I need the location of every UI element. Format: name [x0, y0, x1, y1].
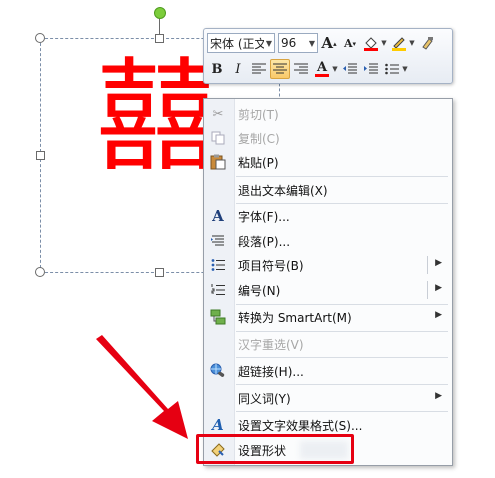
align-right-button[interactable]: [291, 59, 311, 79]
align-left-icon: [252, 63, 266, 74]
menu-item-hyperlink[interactable]: 超链接(H)...: [204, 359, 450, 383]
grow-font-icon: A: [321, 34, 334, 52]
menu-item-label: 超链接(H)...: [238, 365, 304, 379]
smartart-icon: [209, 308, 227, 326]
paragraph-icon: [209, 232, 227, 250]
decrease-indent-button[interactable]: [340, 59, 360, 79]
paint-bucket-icon: [364, 37, 378, 51]
rotation-handle[interactable]: [154, 7, 166, 19]
submenu-split: [427, 281, 428, 299]
menu-item-paragraph[interactable]: 段落(P)...: [204, 229, 450, 253]
submenu-arrow-icon[interactable]: ▶: [435, 310, 442, 320]
context-menu: ✂ 剪切(T) 复制(C) 粘贴(P) 退出文本编辑(X) A 字体(F)...…: [203, 98, 453, 466]
slide-text[interactable]: 囍: [96, 56, 218, 178]
align-right-icon: [294, 63, 308, 74]
hyperlink-icon: [209, 362, 227, 380]
pen-icon: [392, 37, 406, 51]
bullets-button[interactable]: [382, 59, 402, 79]
submenu-arrow-icon[interactable]: ▶: [435, 283, 442, 293]
chevron-down-icon[interactable]: ▼: [401, 65, 409, 73]
submenu-arrow-icon[interactable]: ▶: [435, 391, 442, 401]
paste-icon: [209, 153, 227, 171]
menu-item-copy[interactable]: 复制(C): [204, 126, 450, 150]
align-left-button[interactable]: [249, 59, 269, 79]
increase-indent-button[interactable]: [361, 59, 381, 79]
menu-item-label: 设置文字效果格式(S)...: [238, 419, 363, 433]
font-icon: A: [212, 207, 224, 225]
format-painter-button[interactable]: [417, 33, 437, 53]
bold-button[interactable]: B: [207, 59, 227, 79]
chevron-down-icon[interactable]: ▼: [264, 39, 274, 48]
resize-handle-top[interactable]: [155, 34, 164, 43]
menu-item-cut[interactable]: ✂ 剪切(T): [204, 102, 450, 126]
font-color-swatch: [315, 74, 329, 77]
menu-item-synonyms[interactable]: 同义词(Y) ▶: [204, 386, 450, 410]
menu-separator: [236, 384, 448, 385]
annotation-arrow-icon: [96, 335, 188, 439]
font-size-value: 96: [281, 36, 297, 50]
menu-item-label: 退出文本编辑(X): [238, 184, 328, 198]
text-effects-icon: A: [212, 416, 224, 434]
font-name-value: 宋体 (正文: [210, 36, 264, 51]
shrink-font-button[interactable]: A ▾: [340, 33, 360, 53]
menu-item-label: 段落(P)...: [238, 235, 291, 249]
menu-item-bullets[interactable]: 项目符号(B) ▶: [204, 253, 450, 277]
submenu-split: [427, 256, 428, 274]
menu-item-label: 粘贴(P): [238, 156, 279, 170]
align-center-icon: [273, 63, 287, 74]
submenu-arrow-icon[interactable]: ▶: [435, 258, 442, 268]
menu-item-label: 剪切(T): [238, 108, 279, 122]
grow-font-button[interactable]: A ▴: [319, 33, 339, 53]
resize-handle-bottom-left[interactable]: [35, 267, 45, 277]
scissors-icon: ✂: [212, 106, 224, 122]
menu-item-label: 字体(F)...: [238, 210, 290, 224]
menu-item-font[interactable]: A 字体(F)...: [204, 204, 450, 228]
menu-item-label: 汉字重选(V): [238, 338, 304, 352]
italic-button[interactable]: I: [228, 59, 248, 79]
chevron-down-icon[interactable]: ▼: [307, 39, 317, 48]
decrease-indent-icon: [343, 63, 357, 74]
menu-separator: [236, 411, 448, 412]
font-size-combo[interactable]: 96 ▼: [278, 33, 318, 53]
menu-item-paste[interactable]: 粘贴(P): [204, 150, 450, 174]
menu-item-convert-smartart[interactable]: 转换为 SmartArt(M) ▶: [204, 305, 450, 329]
chevron-down-icon[interactable]: ▼: [408, 39, 416, 47]
font-color-button[interactable]: A: [312, 59, 332, 79]
font-name-combo[interactable]: 宋体 (正文 ▼: [207, 33, 275, 53]
copy-icon: [209, 129, 227, 147]
resize-handle-bottom[interactable]: [155, 268, 164, 277]
align-center-button[interactable]: [270, 59, 290, 79]
numbering-icon: [209, 281, 227, 299]
bullets-icon: [385, 63, 399, 75]
menu-item-label: 同义词(Y): [238, 392, 291, 406]
menu-item-label: 复制(C): [238, 132, 280, 146]
chevron-down-icon[interactable]: ▼: [380, 39, 388, 47]
menu-item-label: 转换为 SmartArt(M): [238, 311, 352, 325]
mini-toolbar: 宋体 (正文 ▼ 96 ▼ A ▴ A ▾ ▼ ▼ B I A ▼ ▼: [203, 28, 453, 84]
chevron-down-icon[interactable]: ▼: [331, 65, 339, 73]
menu-separator: [236, 357, 448, 358]
brush-icon: [422, 37, 433, 50]
menu-item-exit-text-edit[interactable]: 退出文本编辑(X): [204, 178, 450, 202]
increase-indent-icon: [364, 63, 378, 74]
resize-handle-top-left[interactable]: [35, 33, 45, 43]
fill-color-button[interactable]: [361, 33, 381, 53]
menu-item-label: 项目符号(B): [238, 259, 304, 273]
menu-item-reconvert[interactable]: 汉字重选(V): [204, 332, 450, 356]
menu-separator: [236, 176, 448, 177]
menu-item-numbering[interactable]: 编号(N) ▶: [204, 278, 450, 302]
font-color-icon: A: [316, 60, 328, 75]
outline-color-button[interactable]: [389, 33, 409, 53]
highlight-box: [196, 434, 354, 464]
resize-handle-left[interactable]: [36, 151, 45, 160]
shrink-font-icon: A: [343, 36, 353, 50]
bullets-icon: [209, 256, 227, 274]
menu-item-label: 编号(N): [238, 284, 281, 298]
